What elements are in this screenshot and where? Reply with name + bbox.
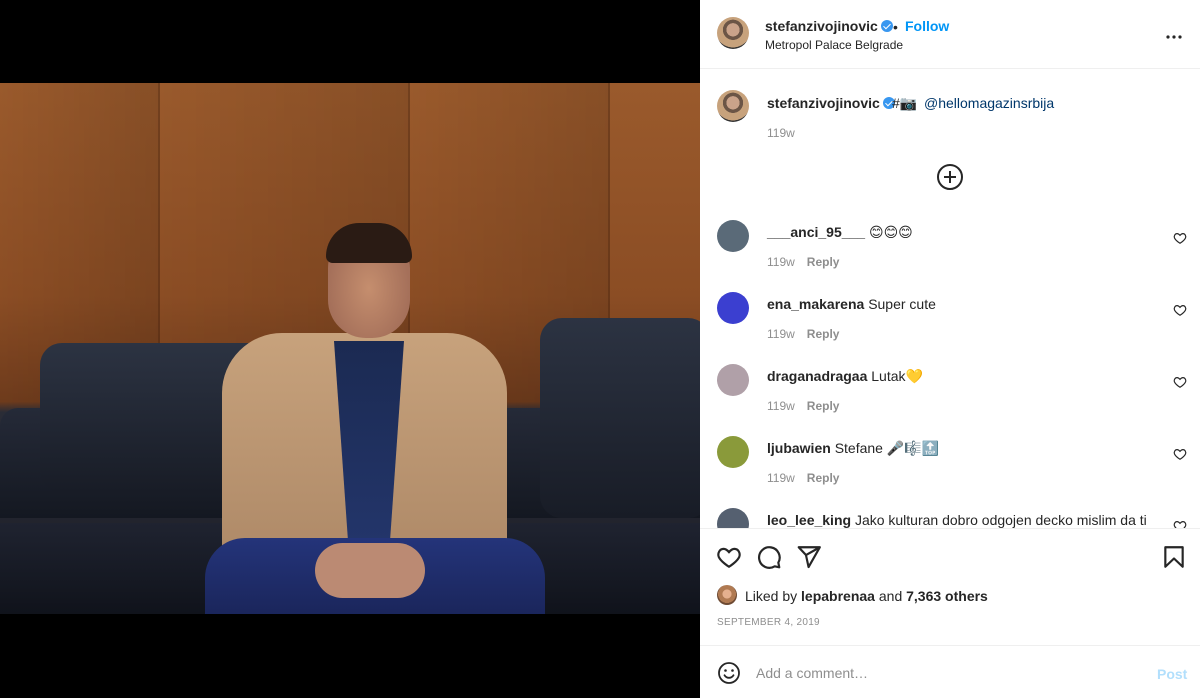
caption-hashtag[interactable]: #📷 xyxy=(892,95,917,112)
post-actions-bar xyxy=(700,528,1200,583)
avatar[interactable] xyxy=(717,364,749,396)
avatar[interactable] xyxy=(717,90,749,122)
username-text[interactable]: stefanzivojinovic xyxy=(765,18,878,34)
comment-line: ljubawien Stefane 🎤🎼🔝 xyxy=(767,440,939,457)
comment-line: draganadragaa Lutak💛 xyxy=(767,368,923,385)
caption-mention-link[interactable]: @hellomagazinsrbija xyxy=(924,95,1054,111)
comment-meta: 119w Reply xyxy=(767,255,839,269)
comment-meta: 119w Reply xyxy=(767,471,839,485)
instagram-post-modal: stefanzivojinovic • Follow Metropol Pala… xyxy=(0,0,1200,698)
comment-timestamp[interactable]: 119w xyxy=(767,471,795,485)
comment-text: Super cute xyxy=(868,296,936,312)
likes-user-link[interactable]: lepabrenaa xyxy=(801,588,875,604)
comment-timestamp[interactable]: 119w xyxy=(767,255,795,269)
comment-timestamp[interactable]: 119w xyxy=(767,399,795,413)
emoji-icon[interactable] xyxy=(717,661,741,685)
avatar[interactable] xyxy=(717,17,749,49)
comment-username[interactable]: ___anci_95___ xyxy=(767,224,865,240)
avatar[interactable] xyxy=(717,585,737,605)
likes-text[interactable]: Liked by lepabrenaa and 7,363 others xyxy=(745,588,988,604)
comment-input[interactable] xyxy=(756,661,1136,685)
likes-others-link[interactable]: 7,363 others xyxy=(906,588,988,604)
comment-bubble-icon[interactable] xyxy=(756,544,782,570)
person-hair xyxy=(326,223,412,263)
comment-item: draganadragaa Lutak💛 119w Reply xyxy=(717,364,1187,436)
post-date[interactable]: SEPTEMBER 4, 2019 xyxy=(717,617,820,628)
comment-line: ena_makarena Super cute xyxy=(767,296,936,312)
heart-icon[interactable] xyxy=(1173,231,1187,245)
reply-button[interactable]: Reply xyxy=(807,255,840,269)
comment-text: Lutak💛 xyxy=(871,368,923,384)
likes-connector: and xyxy=(878,588,903,604)
comment-username[interactable]: draganadragaa xyxy=(767,368,867,384)
comment-line: leo_lee_king Jako kulturan dobro odgojen… xyxy=(767,512,1147,528)
load-more-comments-icon[interactable] xyxy=(937,164,963,190)
post-photo[interactable] xyxy=(0,83,700,614)
post-header: stefanzivojinovic • Follow Metropol Pala… xyxy=(700,0,1200,69)
location-link[interactable]: Metropol Palace Belgrade xyxy=(765,38,903,52)
avatar[interactable] xyxy=(717,508,749,528)
comment-timestamp[interactable]: 119w xyxy=(767,327,795,341)
more-options-icon[interactable] xyxy=(1162,25,1186,43)
separator-dot: • xyxy=(893,19,898,35)
post-comment-button[interactable]: Post xyxy=(1157,666,1187,682)
comment-item: ena_makarena Super cute 119w Reply xyxy=(717,292,1187,364)
comment-item: ljubawien Stefane 🎤🎼🔝 119w Reply xyxy=(717,436,1187,508)
sofa-cushion xyxy=(540,318,700,518)
comment-username[interactable]: ena_makarena xyxy=(767,296,864,312)
comment-username[interactable]: leo_lee_king xyxy=(767,512,851,528)
comments-list: ___anci_95___ 😊😊😊 119w Reply ena_makarena… xyxy=(700,210,1200,528)
comment-text: Jako kulturan dobro odgojen decko mislim… xyxy=(854,512,1147,528)
save-bookmark-icon[interactable] xyxy=(1161,544,1187,570)
avatar[interactable] xyxy=(717,220,749,252)
person-hands xyxy=(315,543,425,598)
post-sidebar: stefanzivojinovic • Follow Metropol Pala… xyxy=(700,0,1200,698)
likes-prefix: Liked by xyxy=(745,588,798,604)
heart-icon[interactable] xyxy=(1173,447,1187,461)
comment-item: ___anci_95___ 😊😊😊 119w Reply xyxy=(717,220,1187,292)
comment-meta: 119w Reply xyxy=(767,399,839,413)
reply-button[interactable]: Reply xyxy=(807,471,840,485)
username-link[interactable]: stefanzivojinovic xyxy=(765,18,893,34)
comment-text: Stefane 🎤🎼🔝 xyxy=(834,440,940,456)
heart-icon[interactable] xyxy=(1173,375,1187,389)
verified-badge-icon xyxy=(880,20,893,32)
post-media[interactable] xyxy=(0,0,700,698)
caption-timestamp[interactable]: 119w xyxy=(767,126,795,140)
caption-username[interactable]: stefanzivojinovic xyxy=(767,95,895,111)
comment-username[interactable]: ljubawien xyxy=(767,440,831,456)
username-text[interactable]: stefanzivojinovic xyxy=(767,95,880,111)
heart-icon[interactable] xyxy=(1173,303,1187,317)
like-heart-icon[interactable] xyxy=(716,544,742,570)
comment-text: 😊😊😊 xyxy=(868,224,913,240)
comment-item: leo_lee_king Jako kulturan dobro odgojen… xyxy=(717,508,1187,528)
follow-button[interactable]: Follow xyxy=(905,18,949,34)
reply-button[interactable]: Reply xyxy=(807,399,840,413)
add-comment-form: Post xyxy=(700,645,1200,698)
comment-meta: 119w Reply xyxy=(767,327,839,341)
comment-line: ___anci_95___ 😊😊😊 xyxy=(767,224,913,241)
heart-icon[interactable] xyxy=(1173,519,1187,528)
reply-button[interactable]: Reply xyxy=(807,327,840,341)
share-send-icon[interactable] xyxy=(796,544,822,570)
avatar[interactable] xyxy=(717,292,749,324)
avatar[interactable] xyxy=(717,436,749,468)
